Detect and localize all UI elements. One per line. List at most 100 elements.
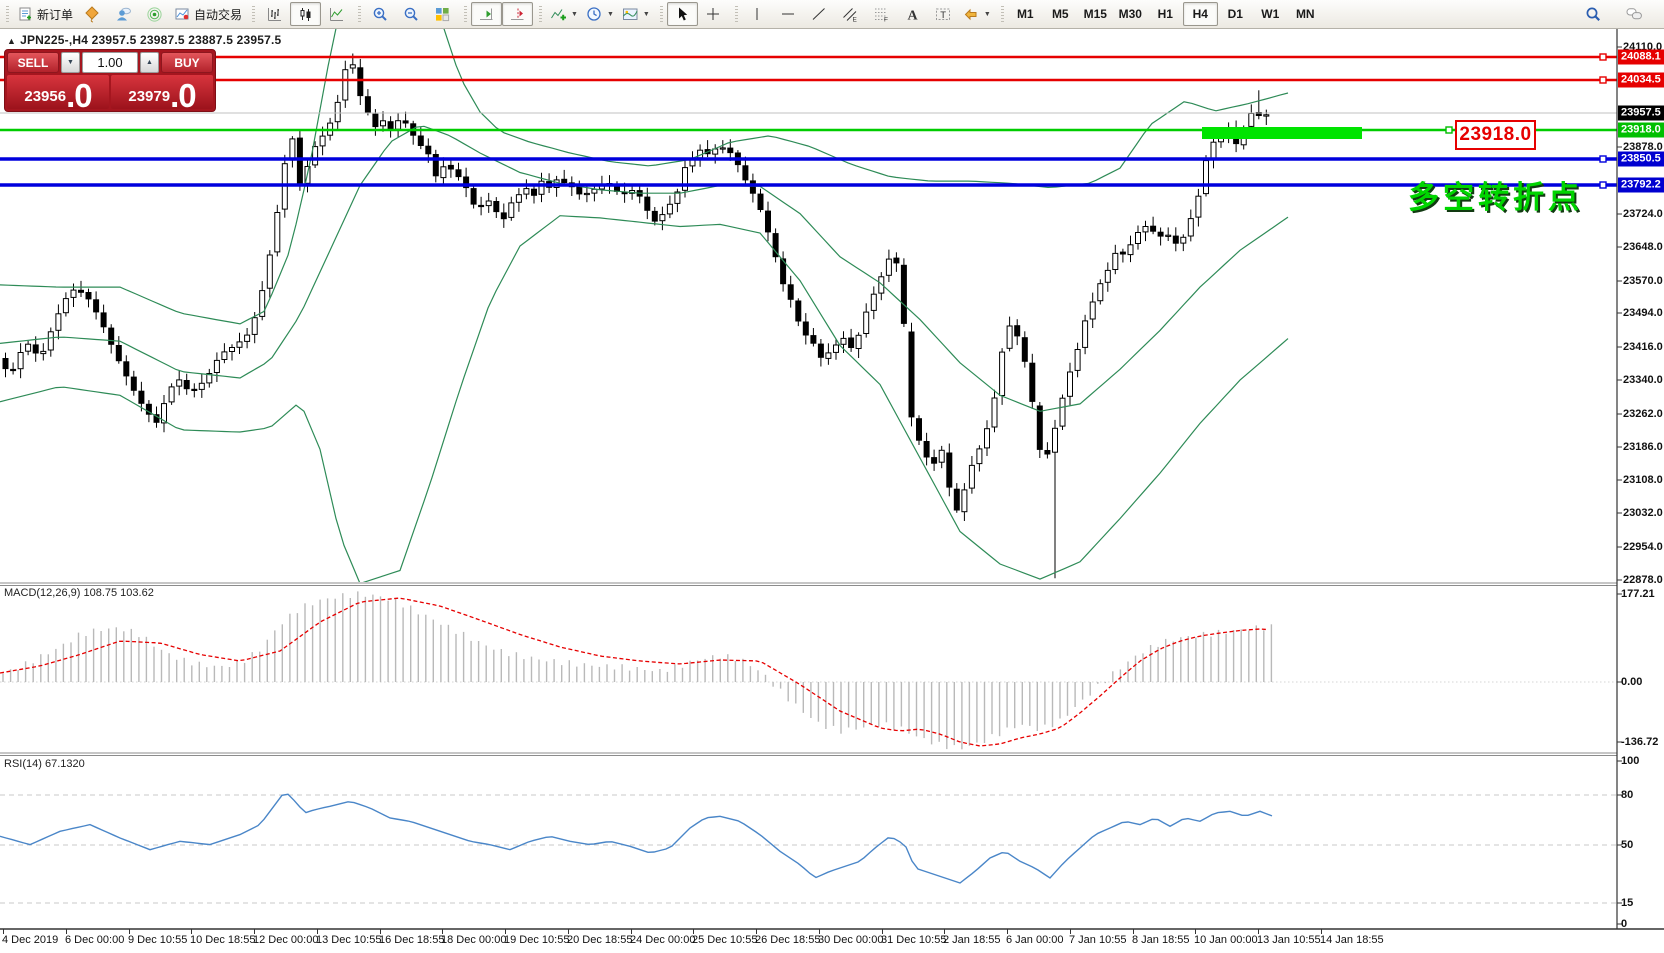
buy-price[interactable]: 23979.0 [111, 75, 213, 109]
tf-d1[interactable]: D1 [1218, 2, 1253, 26]
vertical-line-button[interactable] [742, 2, 773, 26]
toolbar-right-icons [1578, 2, 1664, 26]
toolbar-grip[interactable] [358, 6, 361, 23]
toolbar-grip[interactable] [539, 6, 542, 23]
line-chart-button[interactable] [321, 2, 352, 26]
tf-h4[interactable]: H4 [1183, 2, 1218, 26]
cloud-user-icon [115, 6, 132, 23]
toolbar-grip[interactable] [1001, 6, 1004, 23]
dropdown-caret-icon[interactable]: ▼ [607, 11, 614, 18]
svg-text:F: F [884, 16, 888, 23]
toolbar-grip[interactable] [464, 6, 467, 23]
turning-point-banner: 多空转折点 [1408, 172, 1583, 217]
dropdown-caret-icon[interactable]: ▼ [984, 11, 991, 18]
channel-button[interactable]: E [835, 2, 866, 26]
crosshair-button[interactable] [698, 2, 729, 26]
main-pane [0, 0, 1617, 583]
text-button[interactable]: A [897, 2, 928, 26]
time-tick-label: 30 Dec 00:00 [818, 934, 883, 946]
price-tick-label: 22878.0 [1623, 574, 1663, 586]
volume-decrease-button[interactable]: ▼ [61, 52, 80, 73]
trendline-button[interactable] [804, 2, 835, 26]
volume-input[interactable]: 1.00 [82, 52, 138, 73]
tf-m15[interactable]: M15 [1078, 2, 1113, 26]
auto-scroll-icon [478, 6, 495, 23]
line-anchor-handle[interactable] [1600, 156, 1606, 162]
tf-h1[interactable]: H1 [1148, 2, 1183, 26]
chart-shift-button[interactable] [502, 2, 533, 26]
macd-indicator-label: MACD(12,26,9) 108.75 103.62 [4, 587, 154, 599]
time-tick-label: 12 Dec 00:00 [253, 934, 318, 946]
macd-scale-label: 0.00 [1621, 676, 1642, 688]
line-anchor-handle[interactable] [1600, 182, 1606, 188]
price-tick-label: 23416.0 [1623, 341, 1663, 353]
toolbar-group-trade: 新订单 自动交易 [0, 0, 246, 28]
bar-chart-button[interactable] [259, 2, 290, 26]
tf-mn[interactable]: MN [1288, 2, 1323, 26]
tf-m5[interactable]: M5 [1043, 2, 1078, 26]
line-anchor-handle[interactable] [1446, 127, 1452, 133]
line-anchor-handle[interactable] [1600, 77, 1606, 83]
buy-button[interactable]: BUY [161, 52, 213, 73]
time-tick-label: 2 Jan 18:55 [943, 934, 1001, 946]
tf-h4-label: H4 [1193, 7, 1208, 21]
toolbar-grip[interactable] [735, 6, 738, 23]
toolbar-group-insert: ▼ ▼ ▼ [533, 0, 654, 28]
horizontal-line-button[interactable] [773, 2, 804, 26]
price-chart[interactable] [0, 0, 1664, 953]
new-order-button[interactable]: 新订单 [13, 2, 77, 26]
green-highlight-band [1202, 127, 1362, 139]
cursor-button[interactable] [667, 2, 698, 26]
cursor-icon [674, 6, 691, 23]
community-button[interactable] [108, 2, 139, 26]
dropdown-caret-icon[interactable]: ▼ [643, 11, 650, 18]
sell-price[interactable]: 23956.0 [7, 75, 109, 109]
fibonacci-button[interactable]: F [866, 2, 897, 26]
shapes-button[interactable]: ▼ [959, 2, 995, 26]
toolbar-grip[interactable] [252, 6, 255, 23]
templates-button[interactable]: ▼ [618, 2, 654, 26]
signals-button[interactable] [139, 2, 170, 26]
label-button[interactable]: T [928, 2, 959, 26]
rsi-scale-label: 50 [1621, 839, 1633, 851]
new-order-icon [17, 6, 34, 23]
zoom-out-button[interactable] [396, 2, 427, 26]
search-button[interactable] [1578, 2, 1609, 26]
autotrading-button[interactable]: 自动交易 [170, 2, 246, 26]
price-annotation-box[interactable]: 23918.0 [1455, 120, 1536, 150]
one-click-trade-panel: SELL ▼ 1.00 ▲ BUY 23956.0 23979.0 [4, 49, 216, 112]
time-tick-label: 6 Jan 00:00 [1006, 934, 1064, 946]
buy-price-pips: .0 [170, 82, 196, 109]
rsi-scale-label: 80 [1621, 789, 1633, 801]
auto-scroll-button[interactable] [471, 2, 502, 26]
channel-icon: E [842, 6, 859, 23]
time-tick-label: 10 Jan 00:00 [1194, 934, 1258, 946]
svg-text:E: E [852, 16, 857, 23]
tf-m1[interactable]: M1 [1008, 2, 1043, 26]
autotrading-icon [174, 6, 191, 23]
chart-title: ▲JPN225-,H4 23957.5 23987.5 23887.5 2395… [7, 33, 281, 47]
panel-toggle-icon[interactable]: ▲ [7, 36, 16, 46]
toolbar-grip[interactable] [660, 6, 663, 23]
tf-m30[interactable]: M30 [1113, 2, 1148, 26]
fibonacci-icon: F [873, 6, 890, 23]
chat-button[interactable] [1619, 2, 1650, 26]
indicators-button[interactable]: ▼ [546, 2, 582, 26]
tile-windows-icon [434, 6, 451, 23]
volume-increase-button[interactable]: ▲ [140, 52, 159, 73]
macd-scale-label: 177.21 [1621, 588, 1655, 600]
dropdown-caret-icon[interactable]: ▼ [571, 11, 578, 18]
sell-button[interactable]: SELL [7, 52, 59, 73]
periods-button[interactable]: ▼ [582, 2, 618, 26]
toolbar-group-zoom [352, 0, 458, 28]
tile-windows-button[interactable] [427, 2, 458, 26]
line-anchor-handle[interactable] [1600, 54, 1606, 60]
zoom-in-button[interactable] [365, 2, 396, 26]
time-tick-label: 9 Dec 10:55 [128, 934, 187, 946]
macd-histogram [3, 591, 1271, 749]
kite-button[interactable] [77, 2, 108, 26]
toolbar-grip[interactable] [6, 6, 9, 23]
tf-w1[interactable]: W1 [1253, 2, 1288, 26]
time-tick-label: 18 Dec 00:00 [441, 934, 506, 946]
candlestick-button[interactable] [290, 2, 321, 26]
